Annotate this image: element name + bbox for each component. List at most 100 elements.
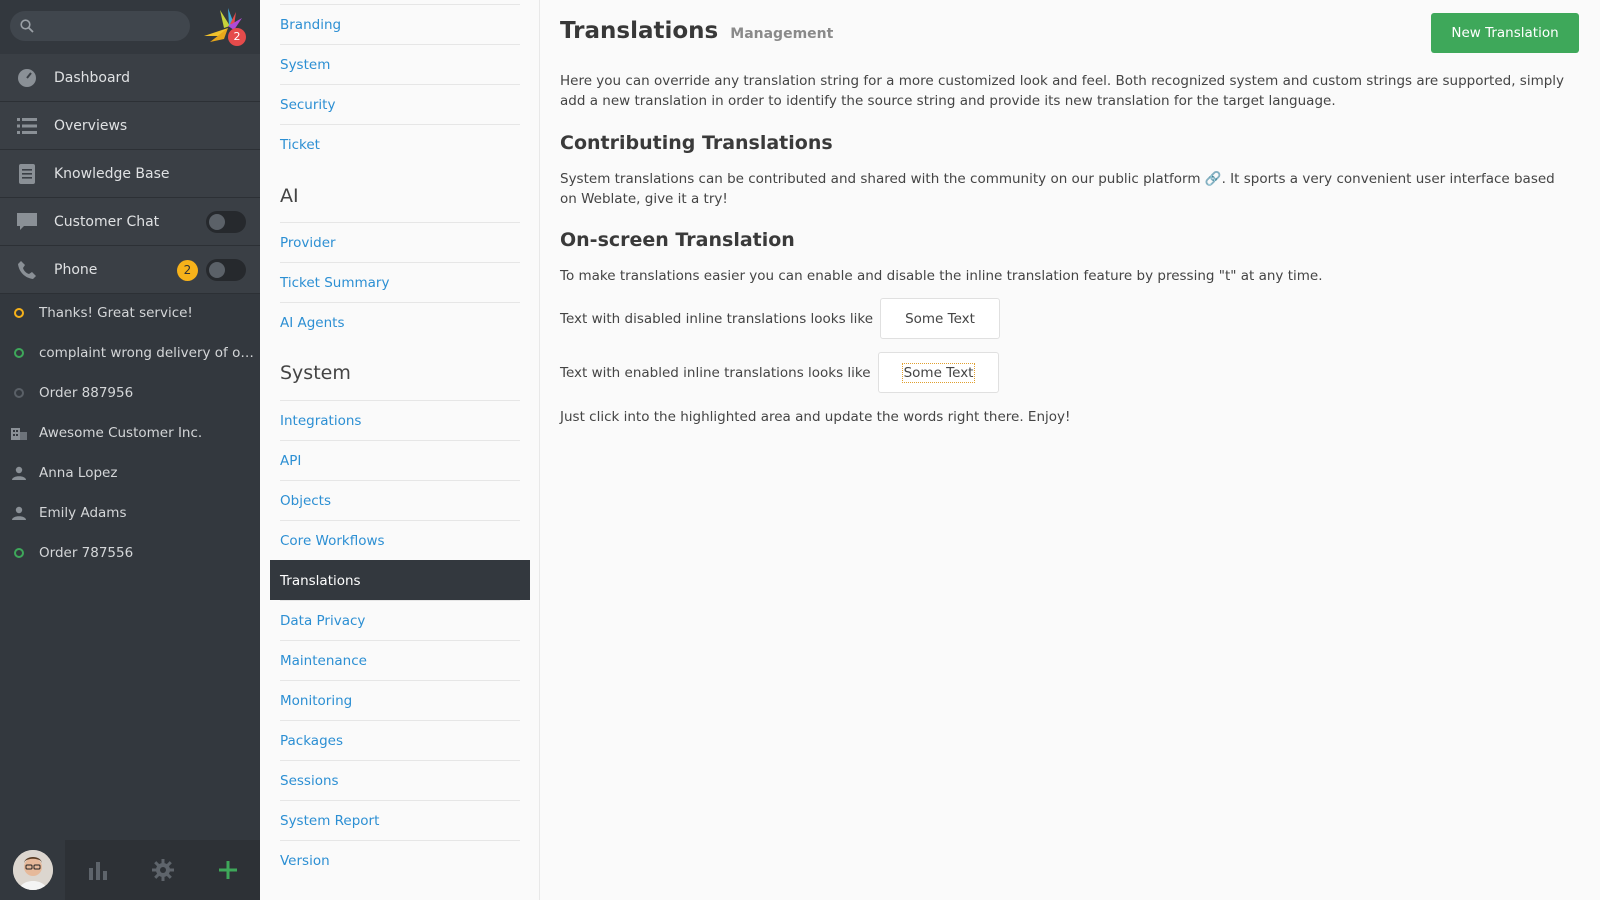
search-input[interactable] xyxy=(42,16,182,36)
settings-sidebar: Branding System Security Ticket AI Provi… xyxy=(260,0,540,900)
ticket-closed-icon xyxy=(14,388,24,398)
settings-item-packages[interactable]: Packages xyxy=(280,720,520,760)
page-title: Translations Management xyxy=(560,18,833,44)
create-new-button[interactable] xyxy=(195,840,260,900)
nav-item-overviews[interactable]: Overviews xyxy=(0,102,260,150)
chat-icon xyxy=(0,212,54,231)
settings-link[interactable]: Provider xyxy=(280,235,336,251)
nav-item-knowledge-base[interactable]: Knowledge Base xyxy=(0,150,260,198)
settings-heading-system: System xyxy=(280,362,351,384)
settings-item-maintenance[interactable]: Maintenance xyxy=(280,640,520,680)
disabled-example-row: Text with disabled inline translations l… xyxy=(560,298,1000,339)
notification-badge[interactable]: 2 xyxy=(228,28,246,46)
task-label: Order 887956 xyxy=(39,385,134,401)
task-label: Anna Lopez xyxy=(39,465,118,481)
enabled-example-label: Text with enabled inline translations lo… xyxy=(560,364,871,381)
settings-item-ticket[interactable]: Ticket xyxy=(280,124,520,164)
settings-item-data-privacy[interactable]: Data Privacy xyxy=(280,600,520,640)
nav-item-label: Customer Chat xyxy=(54,213,160,230)
settings-link[interactable]: Maintenance xyxy=(280,653,367,669)
nav-item-phone[interactable]: Phone 2 xyxy=(0,246,260,294)
contributing-text: System translations can be contributed a… xyxy=(560,169,1570,209)
onscreen-heading: On-screen Translation xyxy=(560,229,795,251)
link-icon[interactable]: 🔗 xyxy=(1205,171,1222,187)
settings-item-sessions[interactable]: Sessions xyxy=(280,760,520,800)
settings-link[interactable]: Packages xyxy=(280,733,343,749)
settings-link[interactable]: Version xyxy=(280,853,330,869)
avatar xyxy=(12,850,53,890)
nav-item-label: Dashboard xyxy=(54,69,130,86)
task-label: complaint wrong delivery of order 8891 xyxy=(39,345,254,361)
settings-link[interactable]: System Report xyxy=(280,813,379,829)
settings-item-translations[interactable]: Translations xyxy=(270,560,530,600)
settings-item-ticket-summary[interactable]: Ticket Summary xyxy=(280,262,520,302)
task-item[interactable]: Anna Lopez xyxy=(0,453,260,493)
nav-footer xyxy=(0,840,260,900)
search-box[interactable] xyxy=(10,11,190,41)
sample-text-editable[interactable]: Some Text xyxy=(901,362,976,383)
user-avatar-button[interactable] xyxy=(0,840,65,900)
task-label: Thanks! Great service! xyxy=(39,305,193,321)
ticket-open-icon xyxy=(14,348,24,358)
ticket-open-icon xyxy=(14,548,24,558)
settings-link[interactable]: System xyxy=(280,57,330,73)
settings-item-provider[interactable]: Provider xyxy=(280,222,520,262)
settings-link[interactable]: Translations xyxy=(280,573,361,589)
nav-item-label: Overviews xyxy=(54,117,128,134)
settings-item-system-report[interactable]: System Report xyxy=(280,800,520,840)
intro-text: Here you can override any translation st… xyxy=(560,73,1565,109)
task-item[interactable]: Thanks! Great service! xyxy=(0,293,260,333)
settings-link[interactable]: Ticket Summary xyxy=(280,275,389,291)
settings-link[interactable]: Security xyxy=(280,97,335,113)
outro-text: Just click into the highlighted area and… xyxy=(560,409,1071,425)
ticket-open-icon xyxy=(14,308,24,318)
settings-item-security[interactable]: Security xyxy=(280,84,520,124)
nav-item-label: Phone xyxy=(54,261,98,278)
settings-link[interactable]: Core Workflows xyxy=(280,533,385,549)
phone-count-badge: 2 xyxy=(177,260,198,281)
settings-item-objects[interactable]: Objects xyxy=(280,480,520,520)
settings-item-api[interactable]: API xyxy=(280,440,520,480)
settings-item-core-workflows[interactable]: Core Workflows xyxy=(280,520,520,560)
new-translation-button[interactable]: New Translation xyxy=(1431,13,1579,53)
settings-button[interactable] xyxy=(130,840,195,900)
customer-chat-toggle[interactable] xyxy=(206,211,246,233)
enabled-sample-box[interactable]: Some Text xyxy=(877,352,1000,393)
settings-item-branding[interactable]: Branding xyxy=(280,4,520,44)
settings-link[interactable]: AI Agents xyxy=(280,315,345,331)
settings-link[interactable]: API xyxy=(280,453,301,469)
nav-item-customer-chat[interactable]: Customer Chat xyxy=(0,198,260,246)
main-nav-list: Dashboard Overviews Knowledge Base Custo… xyxy=(0,54,260,294)
settings-link[interactable]: Data Privacy xyxy=(280,613,365,629)
reporting-button[interactable] xyxy=(65,840,130,900)
nav-item-label: Knowledge Base xyxy=(54,165,170,182)
settings-link[interactable]: Ticket xyxy=(280,137,320,153)
settings-item-integrations[interactable]: Integrations xyxy=(280,400,520,440)
settings-item-system[interactable]: System xyxy=(280,44,520,84)
settings-link[interactable]: Integrations xyxy=(280,413,361,429)
settings-item-ai-agents[interactable]: AI Agents xyxy=(280,302,520,342)
main-navigation: 2 Dashboard Overviews Knowledge Base Cus… xyxy=(0,0,260,900)
phone-toggle[interactable] xyxy=(206,259,246,281)
task-label: Order 787556 xyxy=(39,545,134,561)
organization-icon xyxy=(9,426,29,440)
settings-link[interactable]: Branding xyxy=(280,17,341,33)
open-tasks-list: Thanks! Great service! complaint wrong d… xyxy=(0,293,260,573)
main-content: Translations Management New Translation … xyxy=(560,0,1580,900)
contributing-text-before: System translations can be contributed a… xyxy=(560,171,1205,187)
task-item[interactable]: Emily Adams xyxy=(0,493,260,533)
page-title-text: Translations xyxy=(560,18,719,44)
settings-item-monitoring[interactable]: Monitoring xyxy=(280,680,520,720)
settings-item-version[interactable]: Version xyxy=(280,840,520,880)
settings-link[interactable]: Monitoring xyxy=(280,693,352,709)
task-item[interactable]: complaint wrong delivery of order 8891 xyxy=(0,333,260,373)
settings-link[interactable]: Sessions xyxy=(280,773,339,789)
phone-icon xyxy=(0,260,54,280)
task-item[interactable]: Order 887956 xyxy=(0,373,260,413)
task-item[interactable]: Awesome Customer Inc. xyxy=(0,413,260,453)
nav-item-dashboard[interactable]: Dashboard xyxy=(0,54,260,102)
task-item[interactable]: Order 787556 xyxy=(0,533,260,573)
settings-link[interactable]: Objects xyxy=(280,493,331,509)
sample-text: Some Text xyxy=(905,310,975,327)
page-subtitle: Management xyxy=(730,26,834,42)
